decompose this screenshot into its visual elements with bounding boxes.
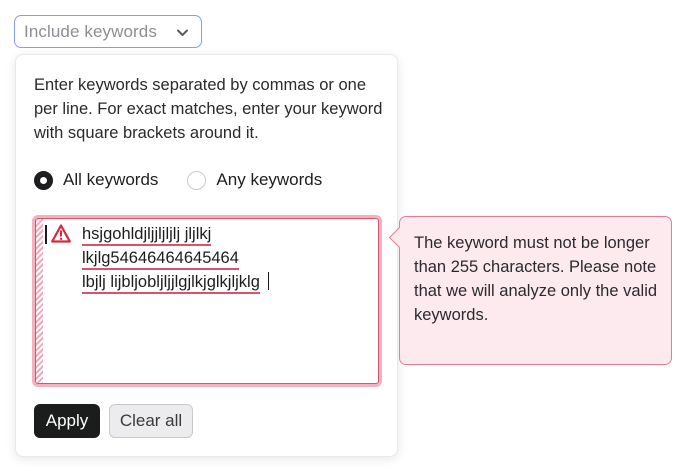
radio-unchecked-indicator[interactable] <box>187 170 207 190</box>
keyword-line: lbjlj lijbljobljljjlgjlkjglkjljklg <box>82 270 270 294</box>
match-mode-radio-group: All keywords Any keywords <box>34 170 322 190</box>
instructions-text: Enter keywords separated by commas or on… <box>34 76 383 142</box>
apply-button[interactable]: Apply <box>34 404 100 438</box>
text-cursor <box>45 225 47 244</box>
invalid-keyword: lbjlj lijbljobljljjlgjlkjglkjljklg <box>82 273 260 294</box>
radio-all-keywords-label: All keywords <box>63 170 159 189</box>
keyword-line: lkjlg54646464645464 <box>82 246 269 270</box>
dropdown-label: Include keywords <box>24 21 157 41</box>
chevron-down-icon <box>177 29 188 36</box>
error-message: The keyword must not be longer than 255 … <box>414 234 658 324</box>
radio-all-keywords[interactable]: All keywords <box>34 170 158 190</box>
include-keywords-dropdown[interactable]: Include keywords <box>14 15 202 48</box>
invalid-keyword: lkjlg54646464645464 <box>82 249 239 270</box>
keyword-filter-screen: Include keywords Enter keywords separate… <box>0 0 687 471</box>
keywords-popover: Enter keywords separated by commas or on… <box>15 54 398 457</box>
keyword-lines: hsjgohldjljjljljlj jljlkj lkjlg546464646… <box>82 222 270 294</box>
error-tooltip: The keyword must not be longer than 255 … <box>388 216 672 365</box>
text-cursor-end <box>267 272 270 290</box>
keywords-textarea[interactable]: hsjgohldjljjljljlj jljlkj lkjlg546464646… <box>32 215 382 387</box>
radio-checked-indicator[interactable] <box>34 170 53 190</box>
radio-any-keywords[interactable]: Any keywords <box>187 170 322 190</box>
warning-triangle-icon <box>51 224 71 243</box>
invalid-keyword: hsjgohldjljjljljlj jljlkj <box>82 225 212 246</box>
error-hatch-strip <box>36 219 43 383</box>
clear-all-button[interactable]: Clear all <box>109 404 193 438</box>
keyword-line: hsjgohldjljjljljlj jljlkj <box>82 222 269 246</box>
radio-any-keywords-label: Any keywords <box>216 170 323 189</box>
